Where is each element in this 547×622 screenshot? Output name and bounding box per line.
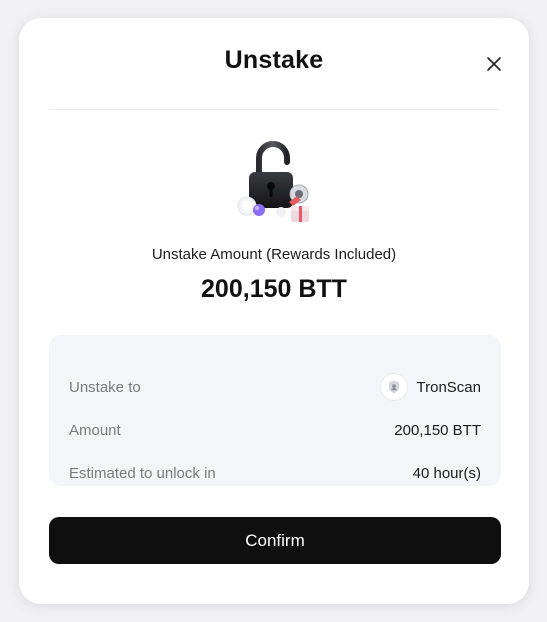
modal-title: Unstake	[224, 46, 324, 74]
details-panel: Unstake to TronScan Amount 200,150 BTT E…	[49, 335, 501, 486]
unstake-modal: Unstake Unstake Amount (Rewards Included…	[19, 18, 529, 604]
unstake-amount-value: 200,150 BTT	[201, 275, 347, 303]
detail-value: TronScan	[380, 374, 481, 400]
unstake-amount-label: Unstake Amount (Rewards Included)	[151, 246, 397, 263]
detail-label: Unstake to	[69, 378, 141, 396]
detail-row-unlock-time: Estimated to unlock in 40 hour(s)	[69, 461, 481, 485]
detail-value: 40 hour(s)	[412, 464, 481, 482]
detail-label: Estimated to unlock in	[69, 464, 216, 482]
close-icon[interactable]	[484, 54, 504, 74]
detail-label: Amount	[69, 421, 121, 439]
header-divider	[49, 109, 499, 110]
confirm-button[interactable]: Confirm	[49, 517, 501, 564]
detail-value: 200,150 BTT	[394, 421, 481, 439]
tronscan-logo-icon	[380, 374, 407, 400]
detail-row-amount: Amount 200,150 BTT	[69, 418, 481, 442]
padlock-illustration-icon	[233, 140, 317, 224]
detail-value-text: TronScan	[416, 378, 481, 396]
detail-row-unstake-to: Unstake to TronScan	[69, 374, 481, 400]
